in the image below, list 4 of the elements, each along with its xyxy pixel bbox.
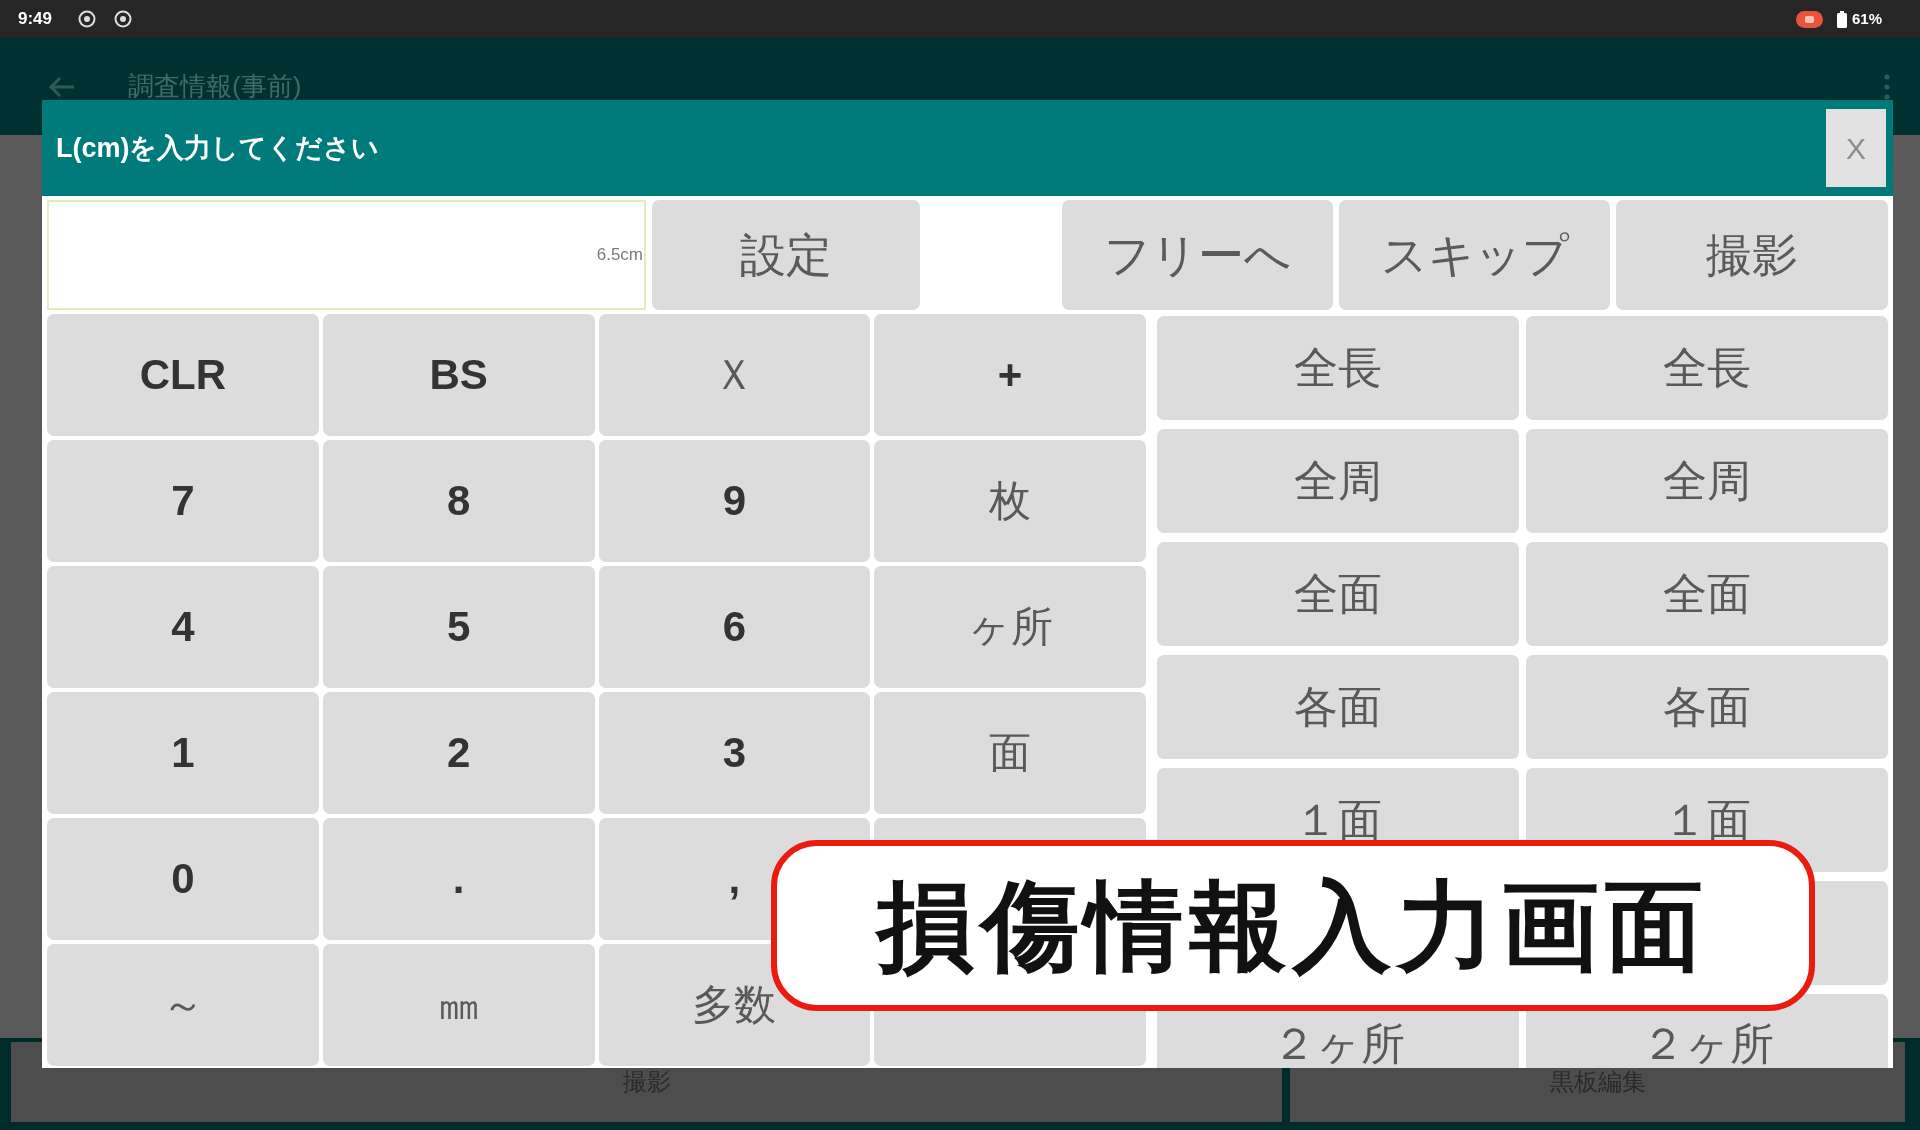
status-time: 9:49 (18, 8, 53, 31)
battery-level: 61% (1851, 8, 1882, 29)
dialog-title: L(cm)を入力してください (56, 131, 380, 165)
app-bar-title: 調査情報(事前) (128, 70, 302, 103)
